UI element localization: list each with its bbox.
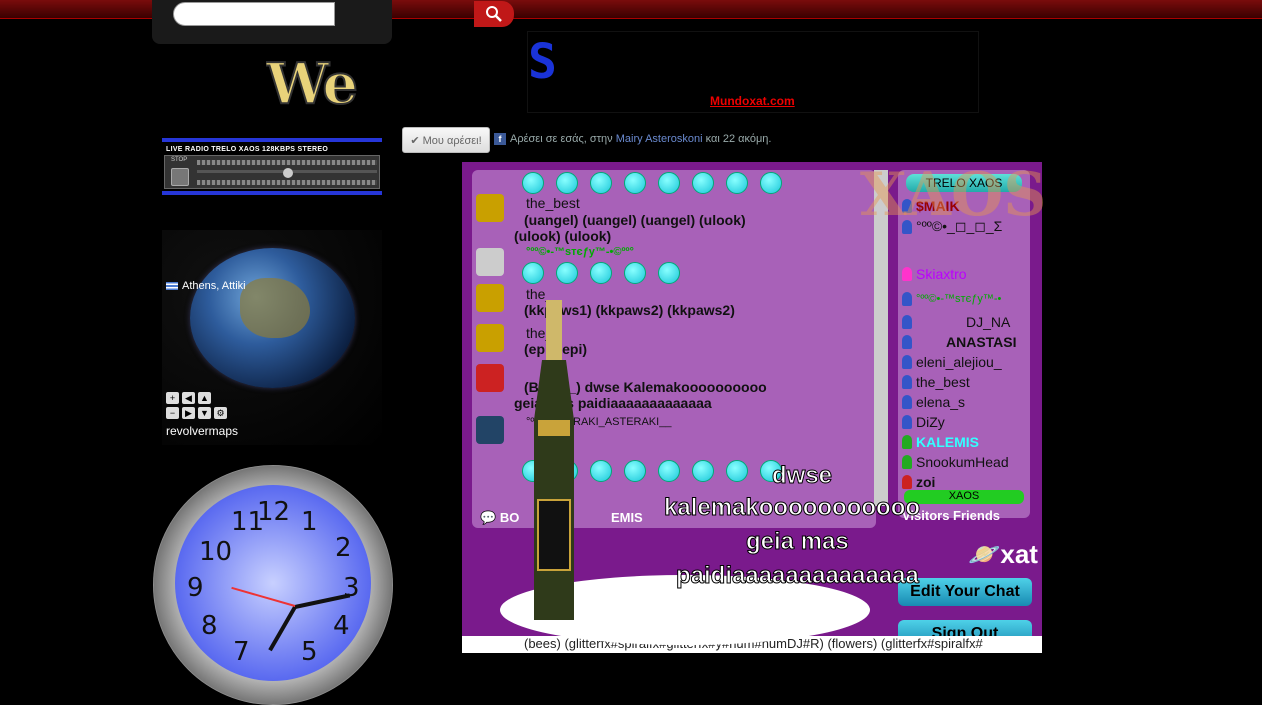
search-button[interactable] <box>474 1 514 27</box>
player-controls: STOP <box>164 155 380 189</box>
user-row[interactable]: DJ_NA <box>902 314 1010 330</box>
clock-number: 1 <box>301 507 318 537</box>
globe[interactable] <box>190 248 355 388</box>
revolvermaps-widget: Athens, Attiki + ◀ ▲ − ▶ ▼ ⚙ revolvermap… <box>162 230 382 445</box>
second-hand <box>231 586 296 607</box>
overlay-text: geia mas <box>746 528 850 556</box>
avatar[interactable] <box>476 416 504 444</box>
message-author[interactable]: the_best <box>526 195 580 211</box>
level-meter <box>197 160 377 165</box>
avatar[interactable] <box>476 284 504 312</box>
overlay-text: paidiaaaaaaaaaaaaaa <box>676 562 920 590</box>
avatar[interactable] <box>476 324 504 352</box>
search-icon <box>486 6 502 22</box>
banner-logo: S <box>528 34 557 90</box>
user-row[interactable]: SnookumHead <box>902 454 1009 470</box>
message-text: (uangel) (uangel) (uangel) (ulook) <box>524 212 746 228</box>
champagne-bottle-icon <box>534 300 574 620</box>
mundoxat-link[interactable]: Mundoxat.com <box>710 94 795 108</box>
clock-number: 10 <box>199 537 233 567</box>
hour-hand <box>268 606 297 652</box>
user-row[interactable]: Skiaxtro <box>902 266 967 282</box>
user-row[interactable]: DiZy <box>902 414 945 430</box>
volume-knob[interactable] <box>283 168 293 178</box>
xaos-watermark: XAOS <box>860 160 1047 230</box>
clock-number: 3 <box>343 573 360 603</box>
facebook-icon: f <box>494 133 506 145</box>
search-bar <box>152 0 514 44</box>
user-tabs: XAOS Visitors Friends <box>902 490 1030 528</box>
user-row[interactable]: zoi <box>902 474 935 490</box>
user-row[interactable]: eleni_alejiou_ <box>902 354 1002 370</box>
clock-number: 7 <box>233 637 250 667</box>
user-row[interactable]: °ºº©•-™sтєƒу™-• <box>902 292 1001 306</box>
radio-player: LIVE RADIO TRELO XAOS 128KBPS STEREO STO… <box>162 138 382 198</box>
ad-banner: S Mundoxat.com <box>527 31 979 113</box>
facebook-friend-link[interactable]: Mairy Asteroskoni <box>616 133 703 145</box>
radio-title: LIVE RADIO TRELO XAOS 128KBPS STEREO <box>166 146 329 153</box>
analog-clock: 11 12 1 2 3 4 5 7 8 9 10 <box>153 465 393 705</box>
globe-location: Athens, Attiki <box>166 280 246 292</box>
facebook-like-button[interactable]: ✔ Μου αρέσει! <box>402 127 490 153</box>
up-icon[interactable]: ▲ <box>198 392 211 404</box>
facebook-like-text: f Αρέσει σε εσάς, στην Mairy Asteroskoni … <box>494 133 771 145</box>
planet-icon: 🪐 <box>968 539 1001 569</box>
revolvermaps-link[interactable]: revolvermaps <box>166 424 238 438</box>
zoom-out-icon[interactable]: − <box>166 407 179 419</box>
search-input[interactable] <box>173 2 335 26</box>
stop-label: STOP <box>171 157 188 163</box>
down-icon[interactable]: ▼ <box>198 407 211 419</box>
flag-icon <box>166 282 178 291</box>
tab-xaos[interactable]: XAOS <box>904 490 1024 504</box>
stop-button[interactable] <box>171 168 189 186</box>
clock-number: 9 <box>187 573 204 603</box>
user-row[interactable]: elena_s <box>902 394 965 410</box>
avatar[interactable] <box>476 194 504 222</box>
chat-icon: 💬 <box>480 510 497 525</box>
left-icon[interactable]: ◀ <box>182 392 195 404</box>
site-logo[interactable]: We <box>266 56 392 112</box>
user-row[interactable]: KALEMIS <box>902 434 979 450</box>
clock-number: 4 <box>333 611 350 641</box>
zoom-in-icon[interactable]: + <box>166 392 179 404</box>
settings-icon[interactable]: ⚙ <box>214 407 227 419</box>
user-row[interactable]: the_best <box>902 374 970 390</box>
avatar[interactable] <box>476 364 504 392</box>
avatar[interactable] <box>476 248 504 276</box>
right-icon[interactable]: ▶ <box>182 407 195 419</box>
clock-number: 8 <box>201 611 218 641</box>
clock-number: 12 <box>257 497 291 527</box>
clock-number: 2 <box>335 533 352 563</box>
minute-hand <box>294 593 351 609</box>
overlay-text: dwse <box>771 462 833 490</box>
globe-controls: + ◀ ▲ − ▶ ▼ ⚙ <box>166 392 243 419</box>
user-row[interactable]: ANASTASI <box>902 334 1017 350</box>
overlay-text: kalemakooooooooooo <box>663 494 921 522</box>
level-meter-2 <box>197 180 377 185</box>
clock-number: 5 <box>301 637 318 667</box>
xat-logo[interactable]: 🪐xat <box>968 539 1038 570</box>
message-text: (ulook) (ulook) <box>514 228 612 244</box>
clock-face: 11 12 1 2 3 4 5 7 8 9 10 <box>175 485 371 681</box>
message-author[interactable]: °ºº©•-™sтєƒу™-•©ºº° <box>526 246 634 258</box>
